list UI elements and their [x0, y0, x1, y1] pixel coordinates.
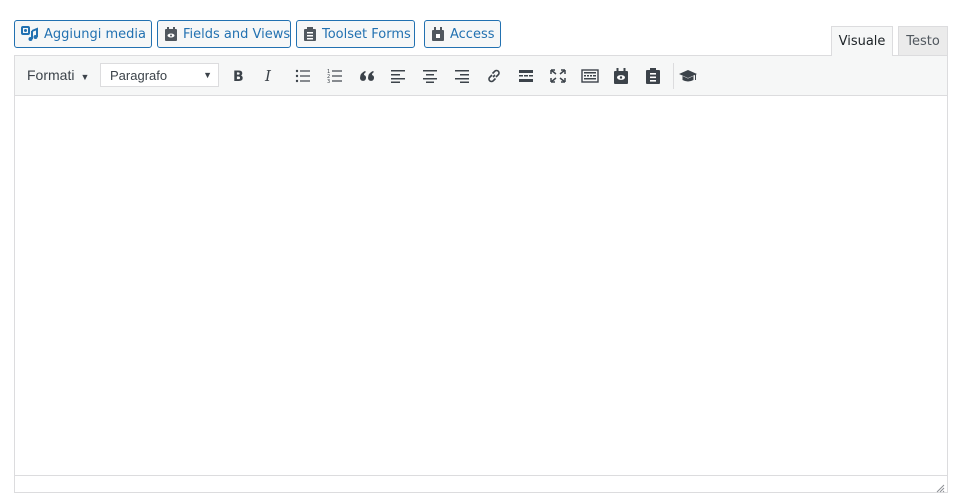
bullet-list-icon[interactable] — [291, 64, 315, 88]
resize-handle-icon[interactable] — [935, 480, 945, 493]
tab-text[interactable]: Testo — [898, 26, 948, 55]
toolset-forms-button[interactable]: Toolset Forms — [296, 20, 415, 48]
fields-and-views-button[interactable]: Fields and Views — [157, 20, 291, 48]
editor: Formati ▼ Paragrafo ▼ B I 123 — [14, 55, 948, 493]
read-more-icon[interactable] — [514, 64, 538, 88]
toolset-forms-label: Toolset Forms — [322, 26, 411, 42]
tab-visual[interactable]: Visuale — [831, 26, 893, 56]
fullscreen-icon[interactable] — [546, 64, 570, 88]
formats-label: Formati — [27, 67, 75, 83]
add-media-button[interactable]: Aggiungi media — [14, 20, 152, 48]
access-button[interactable]: Access — [424, 20, 501, 48]
toolset-forms-toolbar-icon[interactable] — [641, 64, 665, 88]
access-icon — [431, 26, 445, 42]
learn-icon[interactable] — [676, 64, 700, 88]
toolbar-divider — [673, 63, 674, 89]
link-icon[interactable] — [482, 64, 506, 88]
formats-menu[interactable]: Formati ▼ — [27, 67, 89, 83]
numbered-list-icon[interactable]: 123 — [323, 64, 347, 88]
fields-views-toolbar-icon[interactable] — [609, 64, 633, 88]
italic-icon[interactable]: I — [258, 64, 282, 88]
access-label: Access — [450, 26, 495, 42]
svg-text:I: I — [264, 69, 272, 83]
add-media-label: Aggiungi media — [44, 26, 146, 42]
fields-and-views-label: Fields and Views — [183, 26, 291, 42]
editor-statusbar — [15, 475, 947, 493]
svg-text:3: 3 — [327, 79, 330, 83]
bold-icon[interactable]: B — [226, 64, 250, 88]
add-media-icon — [21, 26, 39, 42]
chevron-down-icon: ▼ — [80, 71, 90, 82]
svg-text:B: B — [233, 69, 244, 83]
blockquote-icon[interactable] — [355, 64, 379, 88]
block-format-value: Paragrafo — [110, 67, 168, 83]
toolset-forms-icon — [303, 26, 317, 42]
dropdown-arrow-icon: ▼ — [203, 70, 212, 80]
align-right-icon[interactable] — [450, 64, 474, 88]
editor-toolbar: Formati ▼ Paragrafo ▼ B I 123 — [15, 56, 947, 96]
toolbar-toggle-icon[interactable] — [578, 64, 602, 88]
block-format-select[interactable]: Paragrafo ▼ — [100, 63, 219, 87]
editor-content-area[interactable] — [15, 96, 947, 475]
fields-views-icon — [164, 26, 178, 42]
align-center-icon[interactable] — [418, 64, 442, 88]
align-left-icon[interactable] — [386, 64, 410, 88]
